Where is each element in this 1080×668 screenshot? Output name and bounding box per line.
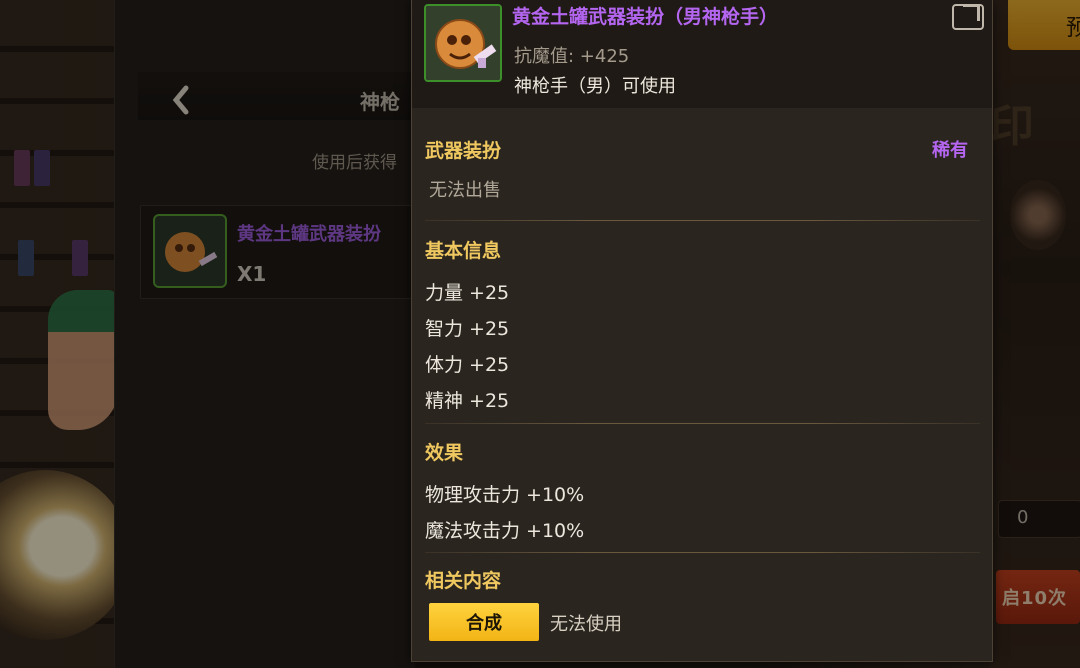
- divider: [425, 220, 980, 221]
- divider: [425, 423, 980, 424]
- effect-physical-attack: 物理攻击力 +10%: [425, 484, 585, 506]
- divider: [425, 552, 980, 553]
- tooltip-header: 黄金土罐武器装扮（男神枪手） 抗魔值: +425 神枪手（男）可使用: [412, 0, 992, 108]
- anti-magic-value: 抗魔值: +425: [514, 46, 630, 67]
- pumpkin-weapon-icon: [424, 4, 502, 82]
- usable-class: 神枪手（男）可使用: [514, 76, 676, 97]
- stat-spirit: 精神 +25: [425, 390, 510, 412]
- tooltip-item-name: 黄金土罐武器装扮（男神枪手）: [512, 6, 779, 28]
- stat-strength: 力量 +25: [425, 282, 510, 304]
- share-icon[interactable]: [952, 4, 984, 30]
- related-title: 相关内容: [425, 570, 502, 592]
- item-category: 武器装扮: [425, 140, 502, 162]
- effect-magic-attack: 魔法攻击力 +10%: [425, 520, 585, 542]
- basic-info-title: 基本信息: [425, 240, 502, 262]
- stat-intelligence: 智力 +25: [425, 318, 510, 340]
- effect-title: 效果: [425, 442, 464, 464]
- sell-status: 无法出售: [429, 180, 501, 201]
- stat-vitality: 体力 +25: [425, 354, 510, 376]
- synthesize-button[interactable]: 合成: [429, 603, 539, 641]
- use-status: 无法使用: [550, 614, 622, 635]
- rarity-label: 稀有: [932, 140, 968, 161]
- item-tooltip: 黄金土罐武器装扮（男神枪手） 抗魔值: +425 神枪手（男）可使用 武器装扮 …: [411, 0, 993, 662]
